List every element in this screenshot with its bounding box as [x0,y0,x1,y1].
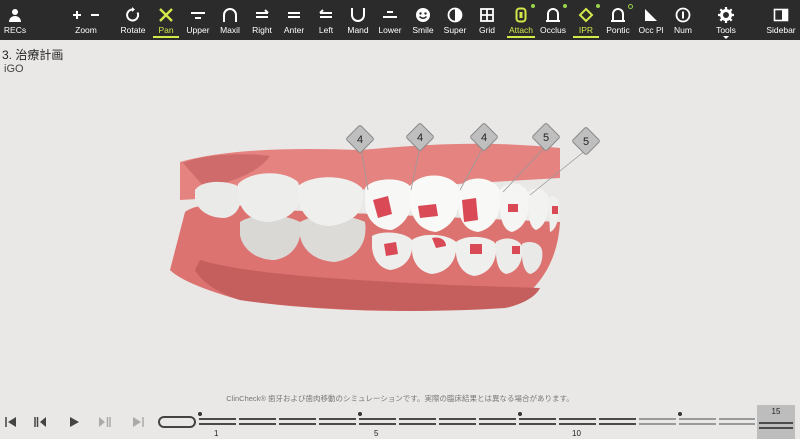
timeline-tick [678,412,682,416]
sidebar-button[interactable]: Sidebar [764,0,798,40]
right-view-icon [256,9,269,18]
left-view-icon [319,9,332,18]
occlusal-plane-icon [645,9,657,21]
toolbar: RECs Zoom Rotate Pan Upper Maxil Right A… [0,0,800,40]
ipr-button[interactable]: IPR [571,0,601,40]
superimpose-icon [447,7,463,23]
stage-segment[interactable] [239,418,276,426]
occlus-indicator-dot [563,4,567,8]
anterior-view-icon [288,12,300,18]
gear-icon [718,7,734,23]
timeline-tick [358,412,362,416]
pontic-icon [611,8,625,22]
stage-segment[interactable] [479,418,516,426]
patient-title: 3. 治療計画 [2,48,64,62]
pontic-button[interactable]: Pontic [603,0,633,40]
current-stage-box[interactable]: 15 [757,405,795,439]
occlus-button[interactable]: Occlus [538,0,568,40]
ipr-marker-label: 4 [417,132,423,144]
upper-view-icon [191,12,205,19]
person-icon [9,9,21,22]
upper-button[interactable]: Upper [183,0,213,40]
skip-to-end-icon[interactable] [131,415,145,429]
right-button[interactable]: Right [247,0,277,40]
stage-segment[interactable] [319,418,356,426]
plus-minus-icon [73,11,99,19]
stage-label: 5 [374,429,379,438]
attach-button[interactable]: Attach [505,0,537,40]
ipr-indicator-dot [596,4,600,8]
pan-icon [159,8,173,22]
stage-segment[interactable] [639,418,676,426]
occlusion-icon [546,8,560,22]
ipr-marker-label: 5 [583,136,589,148]
timeline-tick [518,412,522,416]
numbering-icon [675,7,691,23]
occpl-button[interactable]: Occ Pl [636,0,666,40]
anter-button[interactable]: Anter [279,0,309,40]
stage-segment[interactable] [559,418,596,426]
play-icon[interactable] [67,415,81,429]
stage-timeline: 1 5 10 15 [0,405,800,439]
ipr-marker[interactable]: 4 [346,125,374,153]
stage-label: 1 [214,429,219,438]
grid-icon [480,8,494,22]
smile-icon [416,8,430,22]
stage-segment[interactable] [599,418,636,426]
stage-segment[interactable] [279,418,316,426]
smile-button[interactable]: Smile [408,0,438,40]
current-stage-label: 15 [771,407,781,416]
3d-viewer[interactable]: 4 4 4 5 5 [0,80,800,390]
dental-model [170,143,560,312]
stage-segment[interactable] [399,418,436,426]
tools-button[interactable]: Tools [711,0,741,40]
recs-button[interactable]: RECs [0,0,30,40]
pontic-indicator-dot [628,4,633,9]
pan-button[interactable]: Pan [151,0,181,40]
rotate-icon [126,7,140,22]
maxil-button[interactable]: Maxil [215,0,245,40]
left-button[interactable]: Left [311,0,341,40]
stage-segment[interactable] [719,418,755,426]
caret-down-icon [723,36,729,39]
stage-segment[interactable] [679,418,716,426]
stage-segment[interactable] [359,418,396,426]
stage-label: 10 [572,429,581,438]
attach-indicator-dot [531,4,535,8]
ipr-marker-label: 4 [481,132,487,144]
lower-view-icon [383,11,397,18]
sidebar-icon [773,8,789,22]
skip-to-start-icon[interactable] [4,415,18,429]
attachment-icon [515,7,527,23]
step-back-icon[interactable] [33,415,47,429]
disclaimer-text: ClinCheck® 歯牙および歯肉移動のシミュレーションです。実際の臨床結果と… [226,394,574,403]
mand-button[interactable]: Mand [343,0,373,40]
ipr-icon [578,7,594,23]
grid-button[interactable]: Grid [472,0,502,40]
arch-icon [223,8,237,22]
ipr-marker-label: 5 [543,132,549,144]
stage-segment[interactable] [439,418,476,426]
stage-segment[interactable] [519,418,556,426]
step-forward-icon[interactable] [98,415,112,429]
ipr-marker-label: 4 [357,134,363,146]
lower-arch-icon [351,8,365,22]
lower-button[interactable]: Lower [375,0,405,40]
super-button[interactable]: Super [440,0,470,40]
zoom-button[interactable]: Zoom [64,0,108,40]
stage-0-segment[interactable] [158,416,196,428]
stage-segment[interactable] [199,418,236,426]
num-button[interactable]: Num [668,0,698,40]
patient-subtitle: iGO [4,63,24,75]
timeline-tick [198,412,202,416]
rotate-button[interactable]: Rotate [118,0,148,40]
ipr-marker[interactable]: 5 [572,127,600,155]
